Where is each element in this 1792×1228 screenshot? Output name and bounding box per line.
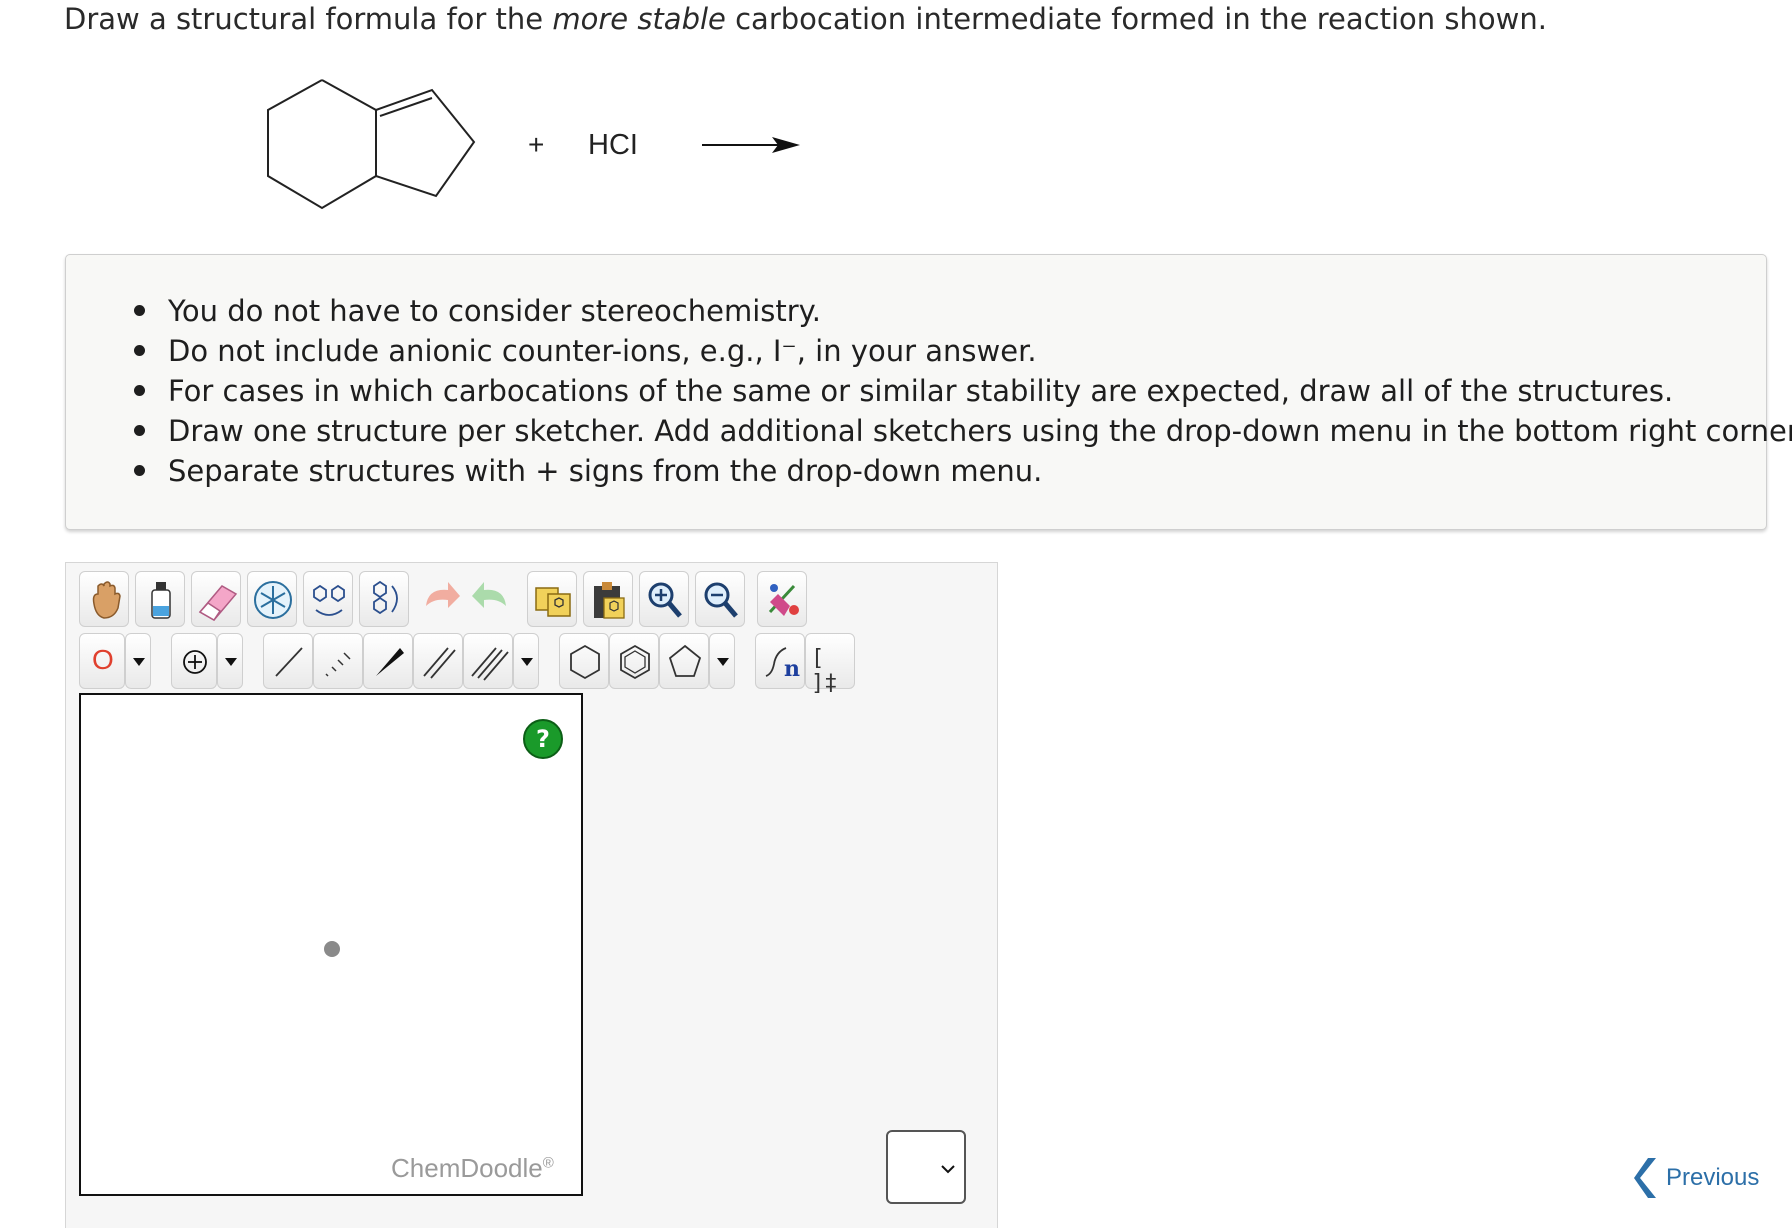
undo-arrow-icon [426, 582, 460, 608]
double-bond-icon [423, 647, 456, 679]
clean-broom-icon [768, 584, 799, 616]
copy-icon [535, 587, 571, 617]
help-button[interactable]: ? [523, 719, 563, 759]
charge-plus-icon [183, 650, 207, 674]
single-bond-button[interactable] [263, 633, 313, 689]
caret-down-icon [717, 658, 729, 666]
chain-polymer-button[interactable]: n [755, 633, 805, 689]
charge-dropdown-button[interactable] [217, 633, 243, 689]
bicyclic-alkene-structure [267, 79, 476, 210]
atom-label: O [92, 644, 114, 675]
previous-label: Previous [1666, 1164, 1760, 1191]
hash-bond-button[interactable] [313, 633, 363, 689]
instruction-item: For cases in which carbocations of the s… [133, 371, 1792, 411]
redo-arrow-icon [472, 582, 506, 608]
hashed-wedge-icon [325, 652, 351, 677]
copy-button[interactable] [527, 571, 577, 627]
instructions-list: You do not have to consider stereochemis… [66, 291, 1792, 491]
charge-tool-button[interactable] [171, 633, 217, 689]
canvas-origin-dot [324, 941, 340, 957]
bracket-charge-button[interactable]: [ ]‡ [805, 633, 855, 696]
hexagon-icon [570, 644, 600, 680]
plus-sign: + [528, 129, 544, 160]
lasso-button[interactable] [135, 571, 185, 627]
flip-horizontal-button[interactable] [303, 571, 353, 627]
caret-down-icon [133, 658, 145, 666]
triple-bond-button[interactable] [463, 633, 513, 689]
instruction-item: Do not include anionic counter-ions, e.g… [133, 331, 1792, 371]
zoom-out-icon [704, 582, 738, 618]
flip-icon [313, 584, 345, 616]
polymer-subscript: n [784, 656, 800, 682]
eraser-icon [198, 585, 238, 621]
instruction-item: Draw one structure per sketcher. Add add… [133, 411, 1792, 451]
undo-button[interactable] [415, 571, 465, 627]
wedge-bond-button[interactable] [363, 633, 413, 689]
reagent-label: HCI [588, 129, 638, 161]
snowflake-icon [254, 581, 292, 619]
bracket-label: [ ]‡ [811, 646, 838, 696]
reaction-scheme: + HCI [267, 79, 800, 210]
add-sketcher-select[interactable] [886, 1130, 966, 1204]
chemdoodle-sketcher: O n []‡ ? ChemDoodle® [65, 562, 998, 1228]
chemdoodle-brand: ChemDoodle® [391, 1153, 554, 1183]
ring-dropdown-button[interactable] [709, 633, 735, 689]
double-bond-button[interactable] [413, 633, 463, 689]
benzene-button[interactable] [609, 633, 659, 689]
drawing-canvas[interactable]: ? ChemDoodle® [79, 693, 583, 1196]
rotate-icon [373, 580, 398, 615]
benzene-icon [620, 644, 650, 680]
single-bond-icon [275, 647, 303, 677]
instruction-item: Separate structures with + signs from th… [133, 451, 1792, 491]
cyclopentane-button[interactable] [659, 633, 709, 689]
triple-bond-icon [471, 647, 509, 681]
eraser-button[interactable] [191, 571, 241, 627]
atom-dropdown-button[interactable] [125, 633, 151, 689]
atom-tool-button[interactable]: O [79, 633, 125, 689]
hand-icon [92, 581, 121, 619]
zoom-in-button[interactable] [639, 571, 689, 627]
chevron-left-icon [1634, 1158, 1656, 1198]
center-molecule-button[interactable] [247, 571, 297, 627]
cyclohexane-button[interactable] [559, 633, 609, 689]
chevron-down-icon [941, 1165, 955, 1174]
zoom-out-button[interactable] [695, 571, 745, 627]
instruction-item: You do not have to consider stereochemis… [133, 291, 1792, 331]
pentagon-icon [668, 644, 702, 677]
zoom-in-icon [648, 582, 682, 618]
wedge-bond-icon [376, 648, 404, 676]
reaction-arrow [702, 137, 800, 153]
caret-down-icon [225, 658, 237, 666]
lasso-bottle-icon [151, 582, 171, 619]
clean-structure-button[interactable] [757, 571, 807, 627]
bond-dropdown-button[interactable] [513, 633, 539, 689]
pan-hand-button[interactable] [79, 571, 129, 627]
caret-down-icon [521, 658, 533, 666]
instructions-panel: You do not have to consider stereochemis… [65, 254, 1792, 530]
paste-button[interactable] [583, 571, 633, 627]
rotate-button[interactable] [359, 571, 409, 627]
redo-button[interactable] [465, 571, 515, 627]
clipboard-icon [594, 582, 625, 619]
previous-button[interactable]: Previous [1632, 1156, 1759, 1200]
